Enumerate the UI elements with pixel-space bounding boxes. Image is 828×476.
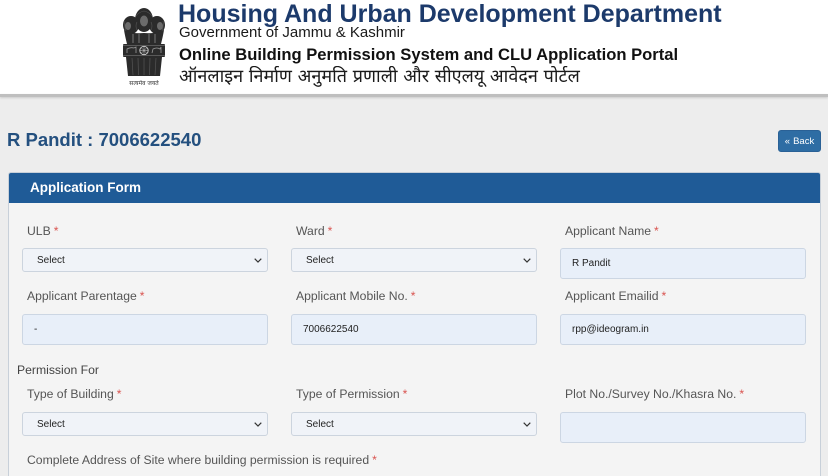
- ulb-label: ULB *: [22, 223, 268, 239]
- type-of-permission-label-text: Type of Permission: [296, 387, 400, 401]
- required-asterisk: *: [139, 289, 145, 303]
- ward-label: Ward *: [291, 223, 537, 239]
- applicant-email-label-text: Applicant Emailid: [565, 289, 659, 303]
- ulb-select[interactable]: Select: [22, 248, 268, 272]
- type-of-building-label: Type of Building *: [22, 386, 268, 402]
- site-address-label: Complete Address of Site where building …: [22, 452, 377, 468]
- site-address-label-text: Complete Address of Site where building …: [27, 453, 370, 467]
- applicant-email-field-group: Applicant Emailid *: [560, 288, 806, 345]
- double-chevron-left-icon: «: [784, 135, 791, 147]
- state-emblem-icon: सत्यमेव जयते: [121, 6, 167, 90]
- ward-field-group: Ward * Select: [291, 223, 537, 272]
- applicant-parentage-field-group: Applicant Parentage *: [22, 288, 268, 345]
- required-asterisk: *: [410, 289, 416, 303]
- applicant-email-label: Applicant Emailid *: [560, 288, 806, 304]
- panel-body: ULB * Select Ward * Select Applicant Nam…: [9, 203, 820, 476]
- applicant-name-field-group: Applicant Name *: [560, 223, 806, 279]
- portal-title: Online Building Permission System and CL…: [179, 45, 679, 64]
- applicant-email-input[interactable]: [560, 314, 806, 345]
- ward-select-wrapper: Select: [291, 248, 537, 272]
- applicant-mobile-field-group: Applicant Mobile No. *: [291, 288, 537, 345]
- required-asterisk: *: [402, 387, 408, 401]
- panel-heading: Application Form: [9, 173, 820, 203]
- type-of-permission-select[interactable]: Select: [291, 412, 537, 436]
- applicant-parentage-input[interactable]: [22, 314, 268, 345]
- applicant-mobile-label-text: Applicant Mobile No.: [296, 289, 408, 303]
- back-button-label: Back: [793, 135, 815, 147]
- plot-no-field-group: Plot No./Survey No./Khasra No. *: [560, 386, 806, 443]
- ward-label-text: Ward: [296, 224, 325, 238]
- ulb-label-text: ULB: [27, 224, 51, 238]
- form-row-contact: Applicant Parentage* Applicant Mobile No…: [22, 288, 806, 345]
- government-name: Government of Jammu & Kashmir: [179, 24, 405, 41]
- type-of-building-select[interactable]: Select: [22, 412, 268, 436]
- emblem-motto: सत्यमेव जयते: [129, 80, 159, 87]
- portal-title-hindi: ऑनलाइन निर्माण अनुमति प्रणाली और सीएलयू …: [179, 66, 580, 87]
- required-asterisk: *: [661, 289, 667, 303]
- required-asterisk: *: [327, 224, 333, 238]
- plot-no-input[interactable]: [560, 412, 806, 443]
- ward-select[interactable]: Select: [291, 248, 537, 272]
- plot-no-label-text: Plot No./Survey No./Khasra No.: [565, 387, 737, 401]
- type-of-permission-select-wrapper: Select: [291, 412, 537, 436]
- required-asterisk: *: [372, 453, 377, 467]
- emblem-graphic: [123, 8, 165, 76]
- applicant-name-label: Applicant Name *: [560, 223, 806, 239]
- type-of-building-field-group: Type of Building * Select: [22, 386, 268, 436]
- type-of-permission-label: Type of Permission *: [291, 386, 537, 402]
- panel-title: Application Form: [30, 180, 141, 195]
- applicant-parentage-label: Applicant Parentage *: [22, 288, 268, 304]
- form-row-permission: Type of Building * Select Type of Permiss…: [22, 386, 806, 443]
- plot-no-label: Plot No./Survey No./Khasra No. *: [560, 386, 806, 402]
- header-divider: [0, 94, 828, 97]
- ulb-select-wrapper: Select: [22, 248, 268, 272]
- type-of-building-select-wrapper: Select: [22, 412, 268, 436]
- applicant-heading: R Pandit : 7006622540: [7, 129, 202, 150]
- application-form-panel: Application Form ULB * Select Ward * Selec…: [8, 172, 821, 476]
- site-header: सत्यमेव जयते Housing And Urban Developme…: [0, 0, 828, 94]
- applicant-name-input[interactable]: [560, 248, 806, 279]
- applicant-parentage-label-text: Applicant Parentage: [27, 289, 137, 303]
- required-asterisk: *: [53, 224, 59, 238]
- ulb-field-group: ULB * Select: [22, 223, 268, 272]
- type-of-building-label-text: Type of Building: [27, 387, 114, 401]
- back-button[interactable]: «Back: [778, 130, 821, 152]
- type-of-permission-field-group: Type of Permission * Select: [291, 386, 537, 436]
- required-asterisk: *: [739, 387, 745, 401]
- applicant-mobile-input[interactable]: [291, 314, 537, 345]
- required-asterisk: *: [654, 224, 659, 238]
- permission-for-heading: Permission For: [17, 363, 99, 377]
- applicant-mobile-label: Applicant Mobile No. *: [291, 288, 537, 304]
- applicant-name-label-text: Applicant Name: [565, 224, 652, 238]
- required-asterisk: *: [116, 387, 122, 401]
- form-row-location: ULB * Select Ward * Select Applicant Nam…: [22, 223, 806, 279]
